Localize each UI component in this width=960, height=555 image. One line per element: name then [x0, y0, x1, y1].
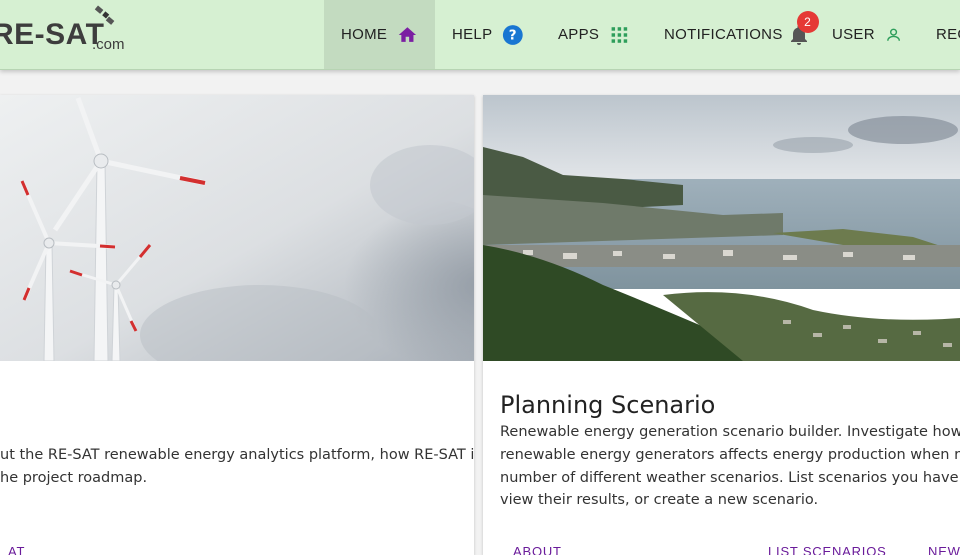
nav-register-label: REG: [936, 26, 960, 43]
logo[interactable]: RE-SAT .com: [0, 0, 200, 69]
satellite-icon: [94, 5, 115, 25]
top-nav-bar: RE-SAT .com HOME HELP ? APPS NOTIFICATIO…: [0, 0, 960, 70]
nav-register[interactable]: REG: [919, 0, 960, 69]
island-coastline-image: [483, 95, 960, 361]
svg-text:?: ?: [509, 27, 517, 43]
nav-apps-label: APPS: [558, 26, 600, 43]
logo-domain: .com: [92, 36, 125, 53]
nav-home-label: HOME: [341, 26, 388, 43]
bell-icon-wrap: 2: [787, 10, 819, 47]
nav-user-label: USER: [832, 26, 875, 43]
nav-help-label: HELP: [452, 26, 493, 43]
card-about: ut the RE-SAT renewable energy analytics…: [0, 95, 474, 555]
card-image-coastline: [483, 95, 960, 361]
nav-apps[interactable]: APPS: [541, 0, 647, 69]
nav-help[interactable]: HELP ?: [435, 0, 541, 69]
home-icon: [398, 26, 417, 42]
card-about-description-line-1: ut the RE-SAT renewable energy analytics…: [0, 447, 474, 463]
card-planning-scenario-description-line-1: Renewable energy generation scenario bui…: [500, 424, 960, 440]
help-icon: ?: [503, 24, 524, 45]
nav-notifications[interactable]: NOTIFICATIONS 2: [647, 0, 819, 69]
card-planning-scenario: Planning Scenario Renewable energy gener…: [483, 95, 960, 555]
card-planning-scenario-description-line-4: view their results, or create a new scen…: [500, 492, 819, 508]
nav-home[interactable]: HOME: [324, 0, 435, 69]
wind-turbines-image: [0, 95, 474, 361]
card-about-description-line-2: he project roadmap.: [0, 470, 148, 486]
card-image-wind-turbines: [0, 95, 474, 361]
nav-user[interactable]: USER: [815, 0, 919, 69]
logo-text: RE-SAT: [0, 18, 105, 51]
apps-grid-icon: [611, 26, 628, 43]
card-planning-scenario-description-line-3: number of different weather scenarios. L…: [500, 470, 960, 486]
card-planning-scenario-title: Planning Scenario: [500, 391, 716, 419]
card-planning-scenario-description-line-2: renewable energy generators affects ener…: [500, 447, 960, 463]
user-icon: [887, 28, 900, 41]
nav-notifications-label: NOTIFICATIONS: [664, 26, 783, 43]
